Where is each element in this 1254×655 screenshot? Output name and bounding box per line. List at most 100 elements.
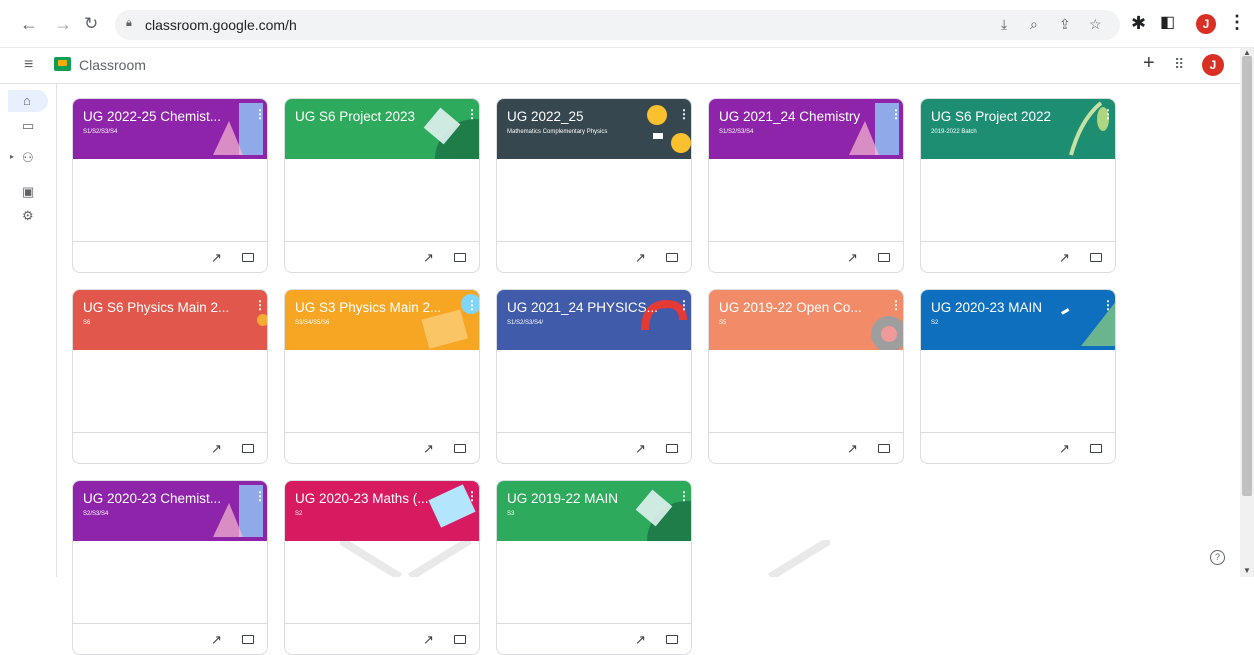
chevron-right-icon[interactable]: ▸ xyxy=(10,152,14,161)
course-title[interactable]: UG 2021_24 Chemistry xyxy=(719,109,874,124)
account-avatar[interactable]: J xyxy=(1202,54,1224,76)
trending-icon[interactable]: ↗ xyxy=(847,250,858,266)
course-title[interactable]: UG 2021_24 PHYSICS... xyxy=(507,300,662,315)
course-banner[interactable]: UG S3 Physics Main 2... S3/S4/S5/S6 ⋮ xyxy=(285,290,479,350)
reload-icon[interactable]: ↻ xyxy=(84,13,98,35)
help-icon[interactable]: ? xyxy=(1210,550,1225,565)
course-card[interactable]: UG 2019-22 Open Co... S5 ⋮ ↗ xyxy=(708,289,904,464)
three-dots-icon[interactable]: ⋮ xyxy=(254,298,266,312)
trending-icon[interactable]: ↗ xyxy=(635,632,646,648)
folder-icon[interactable] xyxy=(878,444,890,453)
course-title[interactable]: UG S3 Physics Main 2... xyxy=(295,300,450,315)
install-icon[interactable]: ⤓ xyxy=(1001,16,1007,33)
course-banner[interactable]: UG 2020-23 Maths (... S2 ⋮ xyxy=(285,481,479,541)
course-banner[interactable]: UG S6 Project 2023 ⋮ xyxy=(285,99,479,159)
folder-icon[interactable] xyxy=(666,444,678,453)
three-dots-icon[interactable]: ⋮ xyxy=(678,107,690,121)
address-bar[interactable]: 🔒︎ classroom.google.com/h ⤓ ⌕ ⇪ ☆ xyxy=(115,10,1120,40)
folder-icon[interactable] xyxy=(666,635,678,644)
scrollbar[interactable]: ▲ ▼ xyxy=(1240,48,1254,577)
course-title[interactable]: UG 2022_25 xyxy=(507,109,662,124)
apps-grid-icon[interactable]: ⠿ xyxy=(1174,56,1184,73)
three-dots-icon[interactable]: ⋮ xyxy=(1228,12,1246,33)
three-dots-icon[interactable]: ⋮ xyxy=(1102,107,1114,121)
arrow-right-icon[interactable]: → xyxy=(54,13,72,35)
folder-icon[interactable] xyxy=(454,253,466,262)
folder-icon[interactable] xyxy=(242,444,254,453)
url-text[interactable]: classroom.google.com/h xyxy=(145,17,297,33)
calendar-icon[interactable]: ▭ xyxy=(22,118,34,134)
folder-icon[interactable] xyxy=(878,253,890,262)
course-card[interactable]: UG S3 Physics Main 2... S3/S4/S5/S6 ⋮ ↗ xyxy=(284,289,480,464)
course-card[interactable]: UG S6 Project 2022 2019-2022 Batch ⋮ ↗ xyxy=(920,98,1116,273)
trending-icon[interactable]: ↗ xyxy=(211,250,222,266)
folder-icon[interactable] xyxy=(666,253,678,262)
side-panel-icon[interactable]: ◧ xyxy=(1160,12,1175,34)
classroom-logo[interactable] xyxy=(54,57,71,71)
trending-icon[interactable]: ↗ xyxy=(1059,441,1070,457)
scroll-down-arrow[interactable]: ▼ xyxy=(1243,566,1251,575)
three-dots-icon[interactable]: ⋮ xyxy=(678,489,690,503)
course-banner[interactable]: UG 2019-22 MAIN S3 ⋮ xyxy=(497,481,691,541)
puzzle-icon[interactable]: ✱ xyxy=(1131,12,1146,34)
course-title[interactable]: UG S6 Project 2023 xyxy=(295,109,450,124)
three-dots-icon[interactable]: ⋮ xyxy=(890,107,902,121)
course-card[interactable]: UG S6 Project 2023 ⋮ ↗ xyxy=(284,98,480,273)
gear-icon[interactable]: ⚙ xyxy=(22,208,34,224)
three-dots-icon[interactable]: ⋮ xyxy=(466,489,478,503)
course-banner[interactable]: UG 2021_24 Chemistry S1/S2/S3/S4 ⋮ xyxy=(709,99,903,159)
folder-icon[interactable] xyxy=(454,635,466,644)
folder-icon[interactable] xyxy=(1090,253,1102,262)
course-title[interactable]: UG S6 Project 2022 xyxy=(931,109,1086,124)
course-card[interactable]: UG 2020-23 MAIN S2 ⋮ ↗ xyxy=(920,289,1116,464)
course-title[interactable]: UG 2019-22 MAIN xyxy=(507,491,662,506)
course-banner[interactable]: UG S6 Physics Main 2... S6 ⋮ xyxy=(73,290,267,350)
trending-icon[interactable]: ↗ xyxy=(635,441,646,457)
three-dots-icon[interactable]: ⋮ xyxy=(254,489,266,503)
trending-icon[interactable]: ↗ xyxy=(211,632,222,648)
course-card[interactable]: UG S6 Physics Main 2... S6 ⋮ ↗ xyxy=(72,289,268,464)
lock-icon[interactable]: 🔒︎ xyxy=(126,17,132,30)
course-title[interactable]: UG 2019-22 Open Co... xyxy=(719,300,874,315)
people-icon[interactable]: ⚇ xyxy=(22,150,34,166)
course-title[interactable]: UG 2022-25 Chemist... xyxy=(83,109,238,124)
trending-icon[interactable]: ↗ xyxy=(211,441,222,457)
trending-icon[interactable]: ↗ xyxy=(423,250,434,266)
course-banner[interactable]: UG S6 Project 2022 2019-2022 Batch ⋮ xyxy=(921,99,1115,159)
three-dots-icon[interactable]: ⋮ xyxy=(466,298,478,312)
course-banner[interactable]: UG 2021_24 PHYSICS... S1/S2/S3/S4/ ⋮ xyxy=(497,290,691,350)
course-banner[interactable]: UG 2019-22 Open Co... S5 ⋮ xyxy=(709,290,903,350)
course-card[interactable]: UG 2022-25 Chemist... S1/S2/S3/S4 ⋮ ↗ xyxy=(72,98,268,273)
course-title[interactable]: UG S6 Physics Main 2... xyxy=(83,300,238,315)
arrow-left-icon[interactable]: ← xyxy=(20,13,38,35)
course-card[interactable]: UG 2021_24 Chemistry S1/S2/S3/S4 ⋮ ↗ xyxy=(708,98,904,273)
course-banner[interactable]: UG 2022_25 Mathematics Complementary Phys… xyxy=(497,99,691,159)
course-banner[interactable]: UG 2022-25 Chemist... S1/S2/S3/S4 ⋮ xyxy=(73,99,267,159)
scroll-thumb[interactable] xyxy=(1242,56,1252,496)
home-icon[interactable]: ⌂ xyxy=(23,93,31,108)
folder-icon[interactable] xyxy=(454,444,466,453)
trending-icon[interactable]: ↗ xyxy=(423,632,434,648)
three-dots-icon[interactable]: ⋮ xyxy=(466,107,478,121)
folder-icon[interactable] xyxy=(242,253,254,262)
three-dots-icon[interactable]: ⋮ xyxy=(678,298,690,312)
folder-icon[interactable] xyxy=(242,635,254,644)
plus-icon[interactable]: + xyxy=(1143,52,1155,75)
course-card[interactable]: UG 2020-23 Chemist... S2/S3/S4 ⋮ ↗ xyxy=(72,480,268,655)
archive-icon[interactable]: ▣ xyxy=(22,184,34,200)
course-card[interactable]: UG 2021_24 PHYSICS... S1/S2/S3/S4/ ⋮ ↗ xyxy=(496,289,692,464)
star-icon[interactable]: ☆ xyxy=(1089,16,1102,33)
app-title[interactable]: Classroom xyxy=(79,57,146,73)
course-card[interactable]: UG 2022_25 Mathematics Complementary Phys… xyxy=(496,98,692,273)
course-title[interactable]: UG 2020-23 Chemist... xyxy=(83,491,238,506)
trending-icon[interactable]: ↗ xyxy=(1059,250,1070,266)
course-title[interactable]: UG 2020-23 Maths (... xyxy=(295,491,450,506)
browser-profile-avatar[interactable]: J xyxy=(1196,14,1216,34)
course-title[interactable]: UG 2020-23 MAIN xyxy=(931,300,1086,315)
folder-icon[interactable] xyxy=(1090,444,1102,453)
course-banner[interactable]: UG 2020-23 Chemist... S2/S3/S4 ⋮ xyxy=(73,481,267,541)
trending-icon[interactable]: ↗ xyxy=(847,441,858,457)
trending-icon[interactable]: ↗ xyxy=(423,441,434,457)
three-dots-icon[interactable]: ⋮ xyxy=(890,298,902,312)
trending-icon[interactable]: ↗ xyxy=(635,250,646,266)
